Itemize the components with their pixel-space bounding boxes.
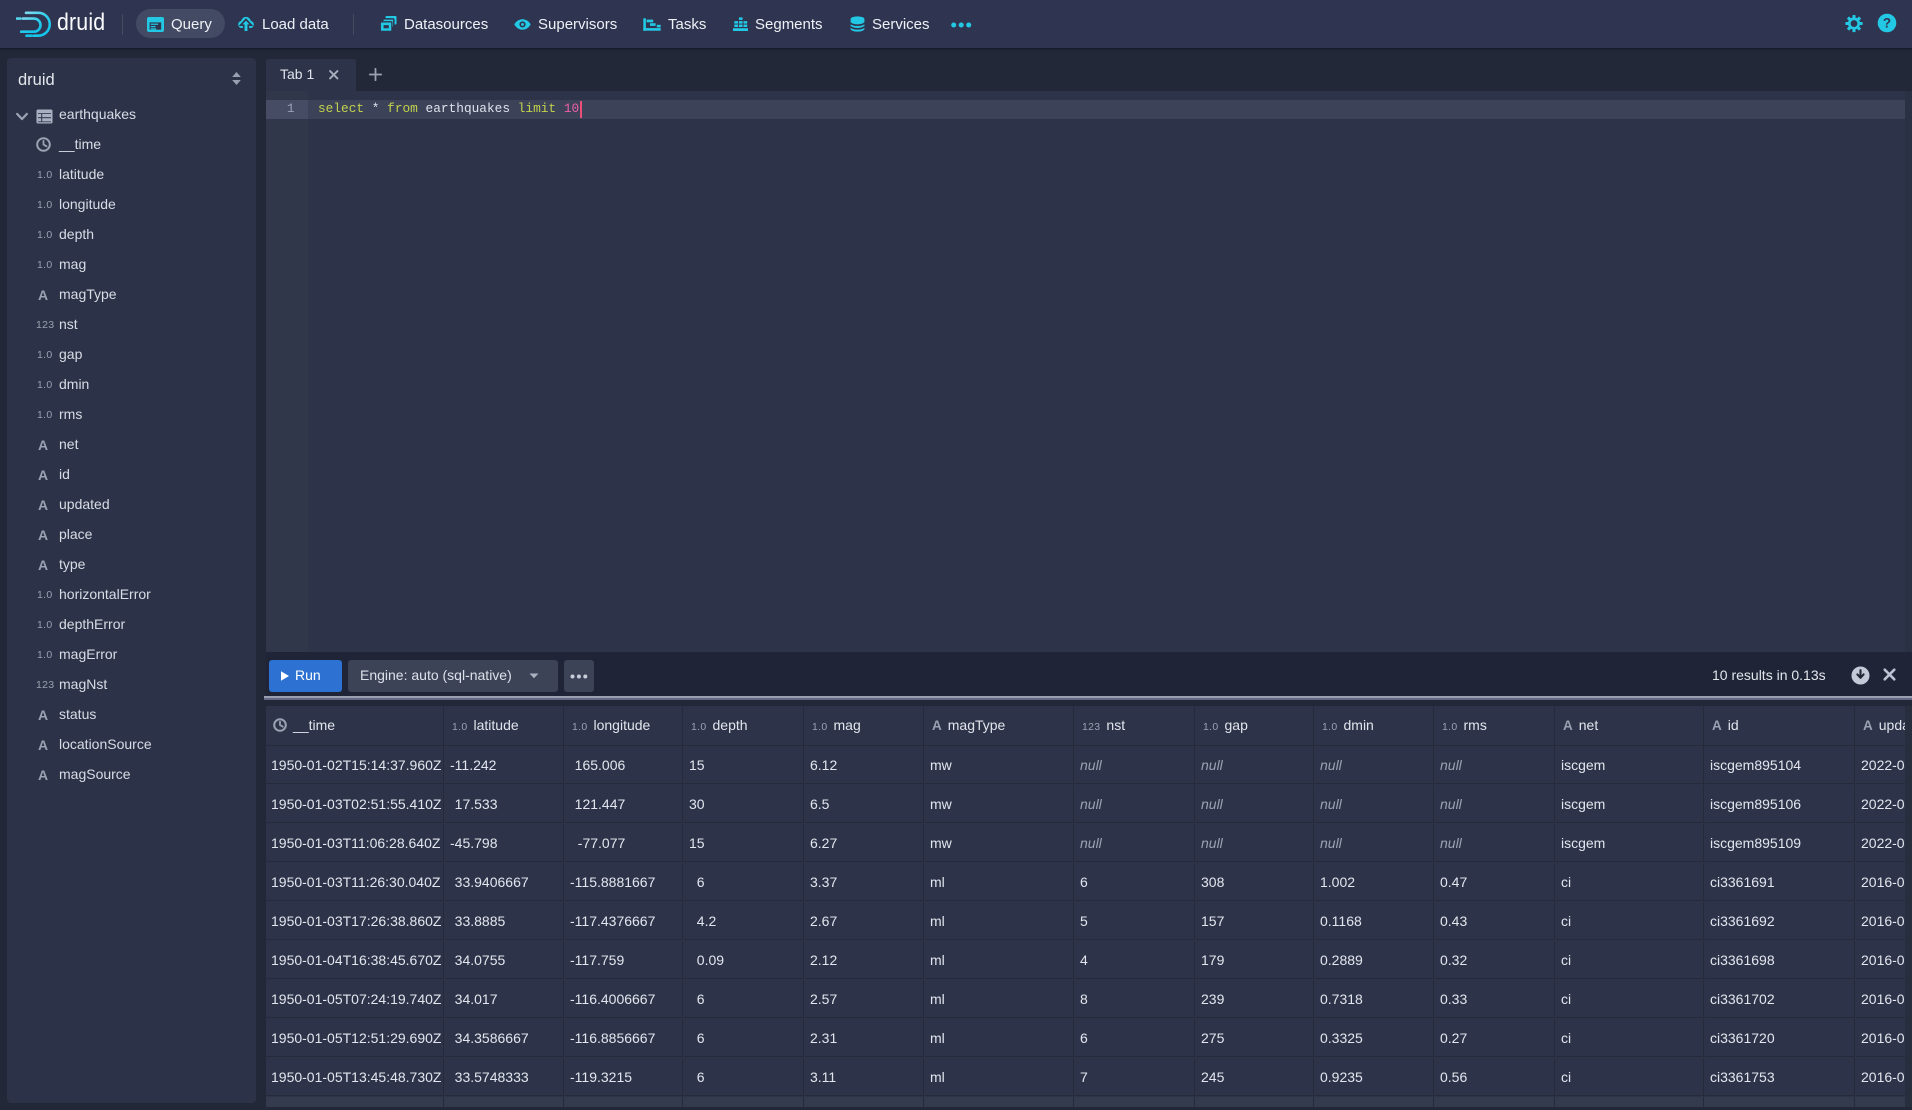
svg-text:?: ? bbox=[1883, 16, 1891, 31]
